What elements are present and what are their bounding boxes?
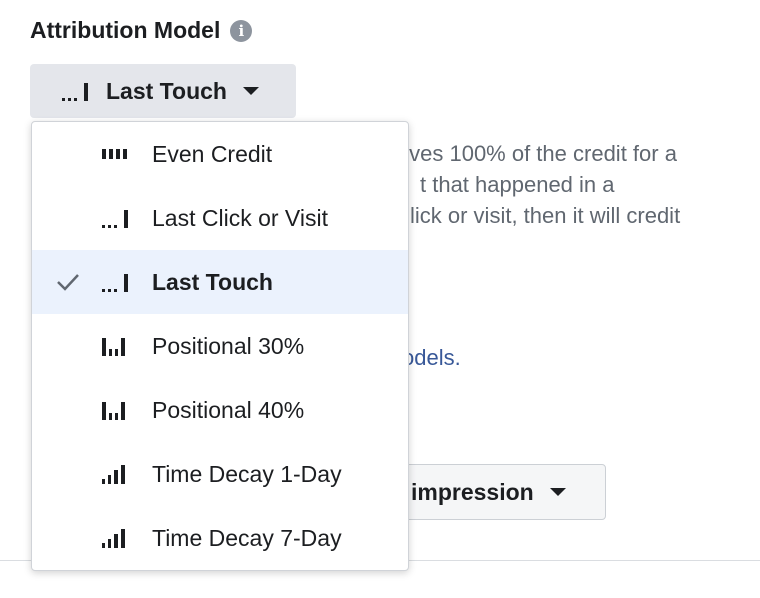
second-dropdown-label: impression (411, 478, 534, 505)
menu-item-positional-30[interactable]: Positional 30% (32, 314, 408, 378)
menu-item-label: Even Credit (152, 140, 273, 167)
attribution-model-title: Attribution Model (30, 17, 221, 43)
time-decay-bars-icon (102, 465, 125, 484)
time-decay-bars-icon (102, 529, 125, 548)
menu-item-label: Positional 40% (152, 396, 305, 423)
caret-down-icon (242, 87, 259, 95)
learn-more-link[interactable]: odels. (402, 345, 461, 371)
attribution-model-heading: Attribution Model i (30, 17, 253, 44)
second-dropdown[interactable]: impression (378, 464, 606, 520)
menu-item-even-credit[interactable]: Even Credit (32, 122, 408, 186)
menu-item-last-touch[interactable]: Last Touch (32, 250, 408, 314)
attribution-model-menu: Even Credit Last Click or Visit Last Tou… (31, 121, 409, 571)
menu-item-label: Time Decay 1-Day (152, 460, 342, 487)
even-credit-bars-icon (102, 149, 127, 159)
checkmark-icon (57, 274, 79, 291)
description-line-3: lick or visit, then it will credit (410, 203, 681, 228)
menu-item-label: Last Touch (152, 268, 273, 295)
menu-item-time-decay-1-day[interactable]: Time Decay 1-Day (32, 442, 408, 506)
menu-item-last-click-or-visit[interactable]: Last Click or Visit (32, 186, 408, 250)
menu-item-positional-40[interactable]: Positional 40% (32, 378, 408, 442)
description-line-1: gives 100% of the credit for a (392, 141, 677, 166)
caret-down-icon (549, 488, 566, 496)
menu-item-label: Last Click or Visit (152, 204, 328, 231)
info-icon[interactable]: i (230, 19, 253, 42)
menu-item-time-decay-7-day[interactable]: Time Decay 7-Day (32, 506, 408, 570)
description-line-2: t that happened in a (420, 172, 615, 197)
last-touch-bars-icon (102, 274, 128, 292)
dropdown-selected-label: Last Touch (106, 77, 227, 104)
last-touch-bars-icon (62, 83, 88, 101)
attribution-model-dropdown[interactable]: Last Touch (30, 64, 296, 118)
last-click-bars-icon (102, 210, 128, 228)
positional-bars-icon (102, 338, 125, 356)
positional-bars-icon (102, 402, 125, 420)
menu-item-label: Positional 30% (152, 332, 305, 359)
menu-item-label: Time Decay 7-Day (152, 524, 342, 551)
